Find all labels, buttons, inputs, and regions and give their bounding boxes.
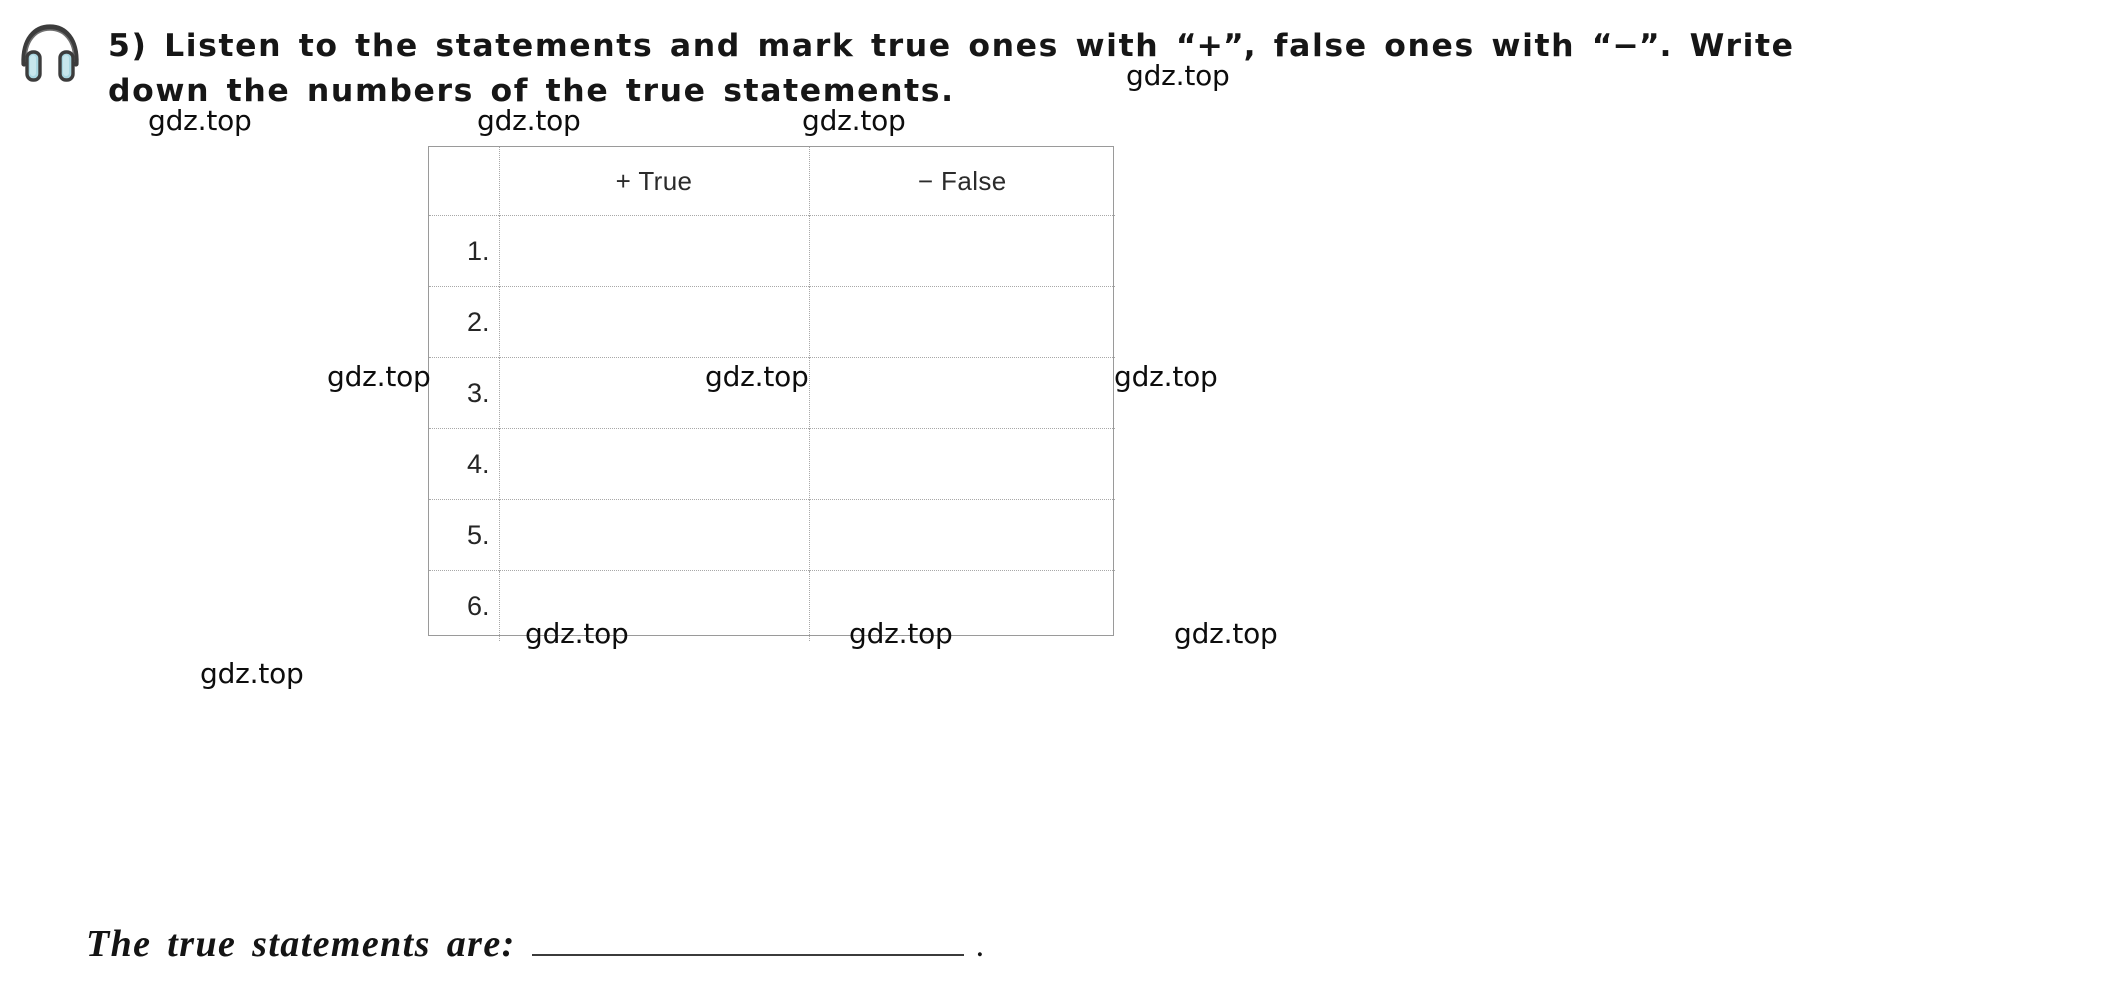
watermark: gdz.top xyxy=(705,360,809,393)
table-row: 2. xyxy=(429,286,1115,358)
instructions-part-c: . Write xyxy=(1659,28,1795,64)
watermark: gdz.top xyxy=(849,617,953,650)
true-cell[interactable] xyxy=(498,499,809,571)
row-number: 1. xyxy=(466,235,490,266)
watermark: gdz.top xyxy=(1126,59,1230,92)
false-cell[interactable] xyxy=(808,357,1115,429)
instructions-line-1: 5) Listen to the statements and mark tru… xyxy=(108,24,2098,69)
row-number: 5. xyxy=(466,519,490,550)
true-cell[interactable] xyxy=(498,286,809,358)
watermark: gdz.top xyxy=(477,104,581,137)
instructions-line-2: down the numbers of the true statements. xyxy=(108,73,955,109)
answer-grid: + True − False 1. 2. 3. 4. 5. 6. xyxy=(429,147,1115,641)
column-header-false: − False xyxy=(808,147,1115,216)
table-row: 5. xyxy=(429,499,1115,571)
column-header-number xyxy=(429,147,499,216)
watermark: gdz.top xyxy=(1114,360,1218,393)
answer-period: . xyxy=(975,927,985,964)
row-number: 4. xyxy=(466,448,490,479)
table-row: 4. xyxy=(429,428,1115,500)
watermark: gdz.top xyxy=(525,617,629,650)
instructions-part-b: , false ones with xyxy=(1243,28,1592,64)
false-cell[interactable] xyxy=(808,286,1115,358)
answer-label: The true statements are: xyxy=(86,923,516,965)
watermark: gdz.top xyxy=(327,360,431,393)
table-row: 1. xyxy=(429,215,1115,287)
answer-row: The true statements are: . xyxy=(86,922,984,966)
answer-input-blank[interactable] xyxy=(531,928,964,956)
false-cell[interactable] xyxy=(808,428,1115,500)
table-body: 1. 2. 3. 4. 5. 6. xyxy=(429,215,1115,641)
true-cell[interactable] xyxy=(498,215,809,287)
table-header-row: + True − False xyxy=(429,147,1115,216)
row-number: 3. xyxy=(466,377,490,408)
headphones-icon xyxy=(18,22,82,84)
true-cell[interactable] xyxy=(498,428,809,500)
watermark: gdz.top xyxy=(1174,617,1278,650)
false-cell[interactable] xyxy=(808,215,1115,287)
watermark: gdz.top xyxy=(802,104,906,137)
exercise-header: 5) Listen to the statements and mark tru… xyxy=(0,0,2126,140)
watermark: gdz.top xyxy=(200,657,304,690)
table-head: + True − False xyxy=(429,147,1115,216)
exercise-instructions: 5) Listen to the statements and mark tru… xyxy=(108,24,2098,114)
column-header-true: + True xyxy=(498,147,809,216)
row-number: 6. xyxy=(466,590,490,621)
minus-symbol-quoted: “−” xyxy=(1591,28,1660,64)
watermark: gdz.top xyxy=(148,104,252,137)
instructions-part-a: 5) Listen to the statements and mark tru… xyxy=(108,28,1176,64)
false-cell[interactable] xyxy=(808,499,1115,571)
row-number: 2. xyxy=(466,306,490,337)
